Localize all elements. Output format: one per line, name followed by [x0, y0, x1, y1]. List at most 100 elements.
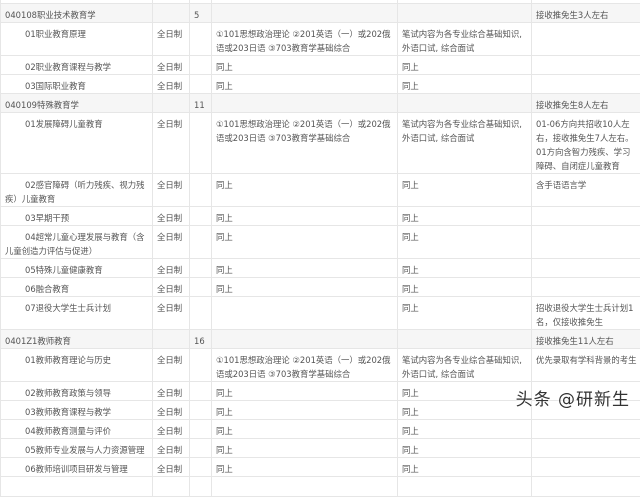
cell-quota — [190, 477, 212, 497]
cell-exam-subjects: 同上 — [212, 458, 398, 477]
cell-retest-notes: 同上 — [398, 401, 532, 420]
table-row: 05特殊儿童健康教育全日制 同上同上 — [1, 259, 640, 278]
cell-retest-notes — [398, 4, 532, 23]
cell-study-mode: 全日制 — [153, 23, 190, 56]
cell-retest-notes: 笔试内容为各专业综合基础知识, 外语口试, 综合面试 — [398, 23, 532, 56]
cell-program-name: 040109特殊教育学 — [1, 94, 153, 113]
cell-study-mode: 全日制 — [153, 207, 190, 226]
cell-study-mode: 全日制 — [153, 349, 190, 382]
cell-remarks — [532, 439, 640, 458]
table-row-major: 040108职业技术教育学5接收推免生3人左右 — [1, 4, 640, 23]
cell-remarks — [532, 477, 640, 497]
cell-retest-notes: 笔试内容为各专业综合基础知识, 外语口试, 综合面试 — [398, 349, 532, 382]
cell-program-name: 06融合教育 — [1, 278, 153, 297]
table-row-major: 0401Z1教师教育 16 接收推免生11人左右 — [1, 330, 640, 349]
cell-study-mode: 全日制 — [153, 278, 190, 297]
cell-program-name: 06教师培训项目研发与管理 — [1, 458, 153, 477]
cell-program-name: 03国际职业教育 — [1, 75, 153, 94]
cell-remarks: 招收退役大学生士兵计划1名，仅接收推免生 — [532, 297, 640, 330]
cell-remarks: 01-06方向共招收10人左右，接收推免生7人左右。01方向含智力残疾、学习障碍… — [532, 113, 640, 174]
cell-exam-subjects — [212, 477, 398, 497]
cell-retest-notes: 同上 — [398, 174, 532, 207]
cell-exam-subjects: ①101思想政治理论 ②201英语（一）或202俄语或203日语 ③703教育学… — [212, 113, 398, 174]
cell-exam-subjects: ①101思想政治理论 ②201英语（一）或202俄语或203日语 ③703教育学… — [212, 23, 398, 56]
cell-retest-notes — [398, 330, 532, 349]
cell-remarks — [532, 259, 640, 278]
cell-remarks: 接收推免生8人左右 — [532, 94, 640, 113]
cell-program-name: 05特殊儿童健康教育 — [1, 259, 153, 278]
cell-quota — [190, 458, 212, 477]
cell-quota — [190, 23, 212, 56]
cell-quota: 16 — [190, 330, 212, 349]
cell-study-mode: 全日制 — [153, 174, 190, 207]
cell-retest-notes: 同上 — [398, 75, 532, 94]
cell-retest-notes: 同上 — [398, 226, 532, 259]
cell-exam-subjects: 同上 — [212, 174, 398, 207]
cell-retest-notes: 同上 — [398, 207, 532, 226]
cell-program-name: 02职业教育课程与教学 — [1, 56, 153, 75]
cell-study-mode: 全日制 — [153, 401, 190, 420]
cell-quota — [190, 113, 212, 174]
cell-quota — [190, 420, 212, 439]
cell-program-name: 04教师教育测量与评价 — [1, 420, 153, 439]
table-row: 01发展障碍儿童教育全日制 ①101思想政治理论 ②201英语（一）或202俄语或… — [1, 113, 640, 174]
cell-exam-subjects — [212, 94, 398, 113]
cell-program-name: 03教师教育课程与教学 — [1, 401, 153, 420]
cell-retest-notes: 同上 — [398, 458, 532, 477]
cell-program-name: 03早期干预 — [1, 207, 153, 226]
cell-quota — [190, 75, 212, 94]
cell-retest-notes: 同上 — [398, 56, 532, 75]
table-row — [1, 477, 640, 497]
cell-exam-subjects: 同上 — [212, 439, 398, 458]
cell-retest-notes: 同上 — [398, 259, 532, 278]
cell-study-mode — [153, 330, 190, 349]
cell-remarks — [532, 75, 640, 94]
cell-remarks — [532, 56, 640, 75]
cell-exam-subjects: 同上 — [212, 207, 398, 226]
cell-retest-notes: 同上 — [398, 297, 532, 330]
cell-quota — [190, 401, 212, 420]
cell-quota — [190, 349, 212, 382]
table-row: 07退役大学生士兵计划全日制同上招收退役大学生士兵计划1名，仅接收推免生 — [1, 297, 640, 330]
cell-exam-subjects — [212, 330, 398, 349]
cell-quota — [190, 207, 212, 226]
cell-study-mode: 全日制 — [153, 458, 190, 477]
cell-study-mode: 全日制 — [153, 439, 190, 458]
cell-exam-subjects — [212, 4, 398, 23]
cell-exam-subjects: 同上 — [212, 226, 398, 259]
cell-program-name: 0401Z1教师教育 — [1, 330, 153, 349]
table-row: 04教师教育测量与评价全日制 同上同上 — [1, 420, 640, 439]
cell-program-name: 01发展障碍儿童教育 — [1, 113, 153, 174]
cell-remarks — [532, 420, 640, 439]
table-row: 03国际职业教育全日制同上同上 — [1, 75, 640, 94]
cell-remarks — [532, 207, 640, 226]
cell-study-mode — [153, 94, 190, 113]
cell-retest-notes: 笔试内容为各专业综合基础知识, 外语口试, 综合面试 — [398, 113, 532, 174]
cell-quota — [190, 278, 212, 297]
cell-quota — [190, 174, 212, 207]
cell-remarks — [532, 23, 640, 56]
cell-quota — [190, 439, 212, 458]
cell-remarks — [532, 226, 640, 259]
watermark: 头条 @研新生 — [516, 385, 630, 410]
cell-retest-notes — [398, 94, 532, 113]
cell-retest-notes: 同上 — [398, 420, 532, 439]
cell-quota: 5 — [190, 4, 212, 23]
cell-program-name: 01职业教育原理 — [1, 23, 153, 56]
cell-exam-subjects: 同上 — [212, 75, 398, 94]
cell-study-mode: 全日制 — [153, 420, 190, 439]
cell-retest-notes: 同上 — [398, 278, 532, 297]
cell-program-name: 01教师教育理论与历史 — [1, 349, 153, 382]
cell-remarks: 接收推免生11人左右 — [532, 330, 640, 349]
cell-retest-notes — [398, 477, 532, 497]
cell-study-mode: 全日制 — [153, 259, 190, 278]
cell-exam-subjects: 同上 — [212, 56, 398, 75]
table-row: 04超常儿童心理发展与教育（含儿童创造力评估与促进）全日制同上同上 — [1, 226, 640, 259]
cell-retest-notes: 同上 — [398, 382, 532, 401]
cell-exam-subjects: 同上 — [212, 420, 398, 439]
table-row-major: 040109特殊教育学11接收推免生8人左右 — [1, 94, 640, 113]
cell-program-name: 040108职业技术教育学 — [1, 4, 153, 23]
table-row: 06教师培训项目研发与管理全日制 同上同上 — [1, 458, 640, 477]
cell-exam-subjects: 同上 — [212, 259, 398, 278]
cell-study-mode: 全日制 — [153, 113, 190, 174]
